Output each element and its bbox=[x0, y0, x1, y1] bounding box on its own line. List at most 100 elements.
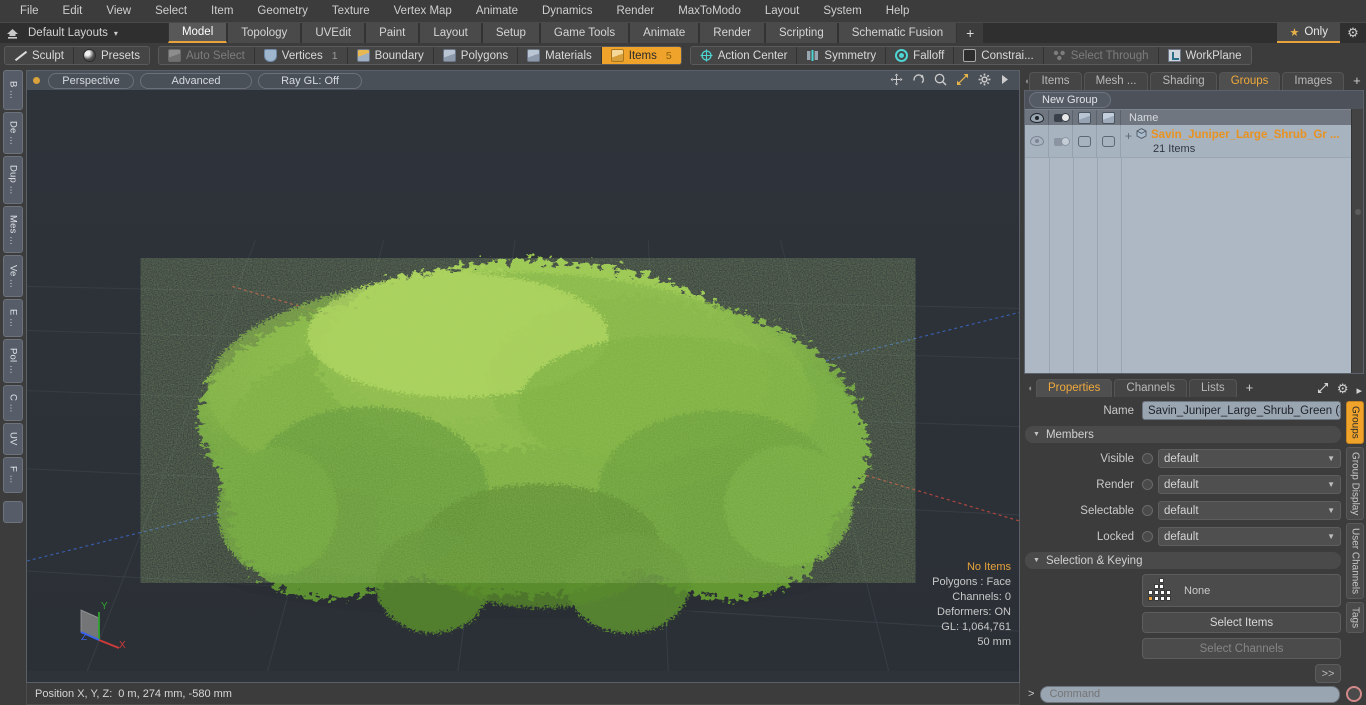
locked-cube-icon[interactable] bbox=[1097, 110, 1121, 125]
menu-item-maxtomodo[interactable]: MaxToModo bbox=[666, 0, 753, 22]
symmetry-button[interactable]: Symmetry bbox=[797, 47, 887, 64]
properties-more-arrow-icon[interactable]: ▸ bbox=[1352, 384, 1366, 397]
tab-animate[interactable]: Animate bbox=[629, 23, 700, 43]
command-input[interactable] bbox=[1040, 685, 1340, 703]
groups-list-scrollbar[interactable] bbox=[1351, 109, 1363, 373]
tab-mesh-ops[interactable]: Mesh ... bbox=[1083, 72, 1149, 90]
side-tab-user-channels[interactable]: User Channels bbox=[1346, 523, 1364, 600]
constraint-button[interactable]: Constrai... bbox=[954, 47, 1044, 64]
auto-select-button[interactable]: Auto Select bbox=[158, 47, 255, 64]
viewport-raygl-dropdown[interactable]: Ray GL: Off bbox=[258, 72, 362, 89]
menu-item-select[interactable]: Select bbox=[143, 0, 199, 22]
table-row[interactable]: + Savin_Juniper_Large_Shrub_Gr ... 21 It… bbox=[1025, 125, 1351, 157]
selectable-dropdown[interactable]: default ▼ bbox=[1158, 501, 1341, 520]
home-up-icon[interactable] bbox=[0, 23, 24, 43]
tab-game-tools[interactable]: Game Tools bbox=[539, 23, 630, 43]
row-selectable-toggle[interactable] bbox=[1073, 125, 1097, 157]
vtab-duplicate[interactable]: Dup ... bbox=[3, 156, 23, 204]
vtab-curve[interactable]: C ... bbox=[3, 385, 23, 421]
name-field[interactable]: Savin_Juniper_Large_Shrub_Green (3 bbox=[1142, 401, 1341, 420]
row-locked-toggle[interactable] bbox=[1097, 125, 1121, 157]
record-icon[interactable] bbox=[1346, 686, 1362, 702]
tab-channels[interactable]: Channels bbox=[1114, 379, 1188, 397]
row-visible-toggle[interactable] bbox=[1025, 125, 1049, 157]
section-selection-keying-header[interactable]: ▼ Selection & Keying bbox=[1025, 552, 1341, 569]
visible-dropdown[interactable]: default ▼ bbox=[1158, 449, 1341, 468]
layout-name-dropdown[interactable]: Default Layouts ▾ bbox=[24, 23, 126, 43]
section-members-header[interactable]: ▼ Members bbox=[1025, 426, 1341, 443]
boundary-button[interactable]: Boundary bbox=[347, 47, 434, 64]
items-button[interactable]: Items 5 bbox=[601, 47, 681, 64]
locked-dropdown[interactable]: default ▼ bbox=[1158, 527, 1341, 546]
select-through-button[interactable]: Select Through bbox=[1043, 47, 1159, 64]
tab-topology[interactable]: Topology bbox=[227, 23, 302, 43]
tab-layout[interactable]: Layout bbox=[419, 23, 482, 43]
side-tab-group-display[interactable]: Group Display bbox=[1346, 446, 1364, 521]
render-key-indicator[interactable] bbox=[1142, 479, 1153, 490]
new-group-button[interactable]: New Group bbox=[1029, 92, 1111, 108]
menu-item-dynamics[interactable]: Dynamics bbox=[530, 0, 604, 22]
falloff-button[interactable]: Falloff bbox=[886, 47, 955, 64]
scrollbar-knob[interactable] bbox=[1355, 209, 1361, 215]
gear-icon[interactable]: ⚙ bbox=[1340, 23, 1366, 43]
keying-selector[interactable]: None bbox=[1142, 574, 1341, 607]
menu-item-item[interactable]: Item bbox=[199, 0, 245, 22]
row-expander-icon[interactable]: + bbox=[1125, 127, 1132, 142]
tab-paint[interactable]: Paint bbox=[365, 23, 420, 43]
tab-groups[interactable]: Groups bbox=[1218, 72, 1281, 90]
tab-shading[interactable]: Shading bbox=[1150, 72, 1217, 90]
only-toggle-button[interactable]: ★ Only bbox=[1277, 23, 1340, 43]
sculpt-button[interactable]: Sculpt bbox=[5, 47, 74, 64]
selectable-key-indicator[interactable] bbox=[1142, 505, 1153, 516]
add-tab-button[interactable]: + bbox=[957, 23, 984, 43]
menu-item-animate[interactable]: Animate bbox=[464, 0, 530, 22]
vtab-uv[interactable]: UV bbox=[3, 423, 23, 455]
menu-item-view[interactable]: View bbox=[94, 0, 143, 22]
properties-popout-icon[interactable] bbox=[1313, 382, 1333, 397]
menu-item-help[interactable]: Help bbox=[874, 0, 922, 22]
render-camera-icon[interactable] bbox=[1049, 110, 1073, 125]
fit-icon[interactable] bbox=[956, 73, 969, 89]
locked-key-indicator[interactable] bbox=[1142, 531, 1153, 542]
select-channels-button[interactable]: Select Channels bbox=[1142, 638, 1341, 659]
action-center-button[interactable]: Action Center bbox=[690, 47, 798, 64]
move-icon[interactable] bbox=[890, 73, 903, 89]
properties-panel-menu-dot-icon[interactable]: ◖ bbox=[1024, 379, 1036, 397]
menu-item-file[interactable]: File bbox=[8, 0, 51, 22]
side-tab-groups[interactable]: Groups bbox=[1346, 401, 1364, 444]
vtab-vertex[interactable]: Ve ... bbox=[3, 255, 23, 297]
selectable-cube-icon[interactable] bbox=[1073, 110, 1097, 125]
menu-item-system[interactable]: System bbox=[811, 0, 873, 22]
materials-button[interactable]: Materials bbox=[518, 47, 602, 64]
presets-button[interactable]: Presets bbox=[73, 47, 149, 64]
tab-setup[interactable]: Setup bbox=[481, 23, 540, 43]
gear-icon[interactable] bbox=[978, 73, 991, 89]
menu-item-edit[interactable]: Edit bbox=[51, 0, 95, 22]
column-header-name[interactable]: Name bbox=[1121, 110, 1351, 125]
vtab-extra[interactable] bbox=[3, 501, 23, 523]
menu-item-texture[interactable]: Texture bbox=[320, 0, 382, 22]
vtab-edge[interactable]: E ... bbox=[3, 299, 23, 337]
play-arrow-icon[interactable] bbox=[1000, 73, 1009, 89]
viewport-projection-dropdown[interactable]: Perspective bbox=[48, 72, 134, 89]
eye-icon[interactable] bbox=[1025, 110, 1049, 125]
visible-key-indicator[interactable] bbox=[1142, 453, 1153, 464]
tab-schematic-fusion[interactable]: Schematic Fusion bbox=[837, 23, 958, 43]
row-render-toggle[interactable] bbox=[1049, 125, 1073, 157]
viewport-shading-dropdown[interactable]: Advanced bbox=[140, 72, 252, 89]
tab-lists[interactable]: Lists bbox=[1189, 379, 1237, 397]
vtab-polygon[interactable]: Pol ... bbox=[3, 339, 23, 383]
tab-items[interactable]: Items bbox=[1029, 72, 1082, 90]
vertices-button[interactable]: Vertices 1 bbox=[254, 47, 348, 64]
more-button[interactable]: >> bbox=[1315, 664, 1341, 683]
polygons-button[interactable]: Polygons bbox=[433, 47, 519, 64]
viewport-3d[interactable]: No Items Polygons : Face Channels: 0 Def… bbox=[26, 90, 1020, 683]
select-items-button[interactable]: Select Items bbox=[1142, 612, 1341, 633]
axis-gizmo[interactable]: Y Z X bbox=[69, 596, 133, 654]
render-dropdown[interactable]: default ▼ bbox=[1158, 475, 1341, 494]
viewport-active-dot[interactable] bbox=[33, 77, 40, 84]
tab-properties[interactable]: Properties bbox=[1036, 379, 1113, 397]
vtab-fusion[interactable]: F ... bbox=[3, 457, 23, 493]
vtab-deform[interactable]: De ... bbox=[3, 112, 23, 154]
tab-uvedit[interactable]: UVEdit bbox=[301, 23, 366, 43]
